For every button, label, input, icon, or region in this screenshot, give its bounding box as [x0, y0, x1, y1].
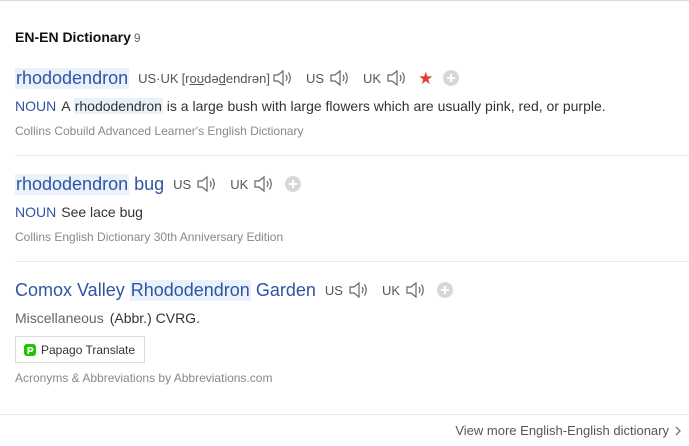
uk-label: UK — [381, 282, 400, 298]
speaker-icon[interactable] — [329, 69, 351, 87]
add-icon[interactable] — [437, 282, 453, 298]
headword-highlight[interactable]: Rhododendron — [129, 279, 251, 301]
definition-text: (Abbr.) CVRG. — [109, 310, 200, 326]
headword-part[interactable]: Comox Valley — [15, 280, 125, 301]
ipa-text: [roʊdədendrən] — [181, 70, 270, 86]
pronunciation-us: US — [306, 69, 351, 87]
speaker-icon[interactable] — [196, 175, 218, 193]
star-icon[interactable]: ★ — [418, 70, 433, 87]
speaker-icon[interactable] — [386, 69, 408, 87]
definition-line: Miscellaneous (Abbr.) CVRG. — [15, 310, 200, 326]
dictionary-source: Acronyms & Abbreviations by Abbreviation… — [15, 371, 273, 385]
definition-highlight: rhododendron — [73, 98, 163, 114]
headword-text[interactable]: rhododendron — [15, 67, 130, 89]
definition-text: See lace bug — [61, 204, 143, 220]
headword[interactable]: Comox Valley Rhododendron Garden — [15, 279, 316, 301]
pronunciation-us: US — [325, 281, 370, 299]
headword-highlight[interactable]: rhododendron — [15, 173, 130, 195]
pronunciation-uk: UK — [382, 281, 427, 299]
speaker-icon[interactable] — [253, 175, 275, 193]
uk-label: UK — [363, 70, 382, 86]
view-more-link[interactable]: View more English-English dictionary — [455, 423, 681, 438]
speaker-icon[interactable] — [405, 281, 427, 299]
headword[interactable]: rhododendron — [15, 67, 130, 89]
section-title: EN-EN Dictionary 9 — [15, 29, 141, 45]
uk-label: UK — [230, 176, 249, 192]
pronunciation-us-uk: US·UK [roʊdədendrən] — [138, 69, 294, 87]
entry-head: rhododendron bug US UK — [15, 168, 302, 200]
headword-part[interactable]: Garden — [256, 280, 316, 301]
view-more-label: View more English-English dictionary — [455, 423, 669, 438]
entry-head: Comox Valley Rhododendron Garden US UK — [15, 274, 453, 306]
add-icon[interactable] — [285, 176, 302, 192]
part-of-speech: NOUN — [15, 98, 57, 114]
definition-text: A rhododendron is a large bush with larg… — [61, 98, 606, 114]
footer-bar: View more English-English dictionary — [0, 414, 689, 446]
us-label: US — [173, 176, 192, 192]
pronunciation-us: US — [173, 175, 218, 193]
speaker-icon[interactable] — [348, 281, 370, 299]
part-of-speech: NOUN — [15, 204, 57, 220]
headword-rest[interactable]: bug — [134, 174, 164, 195]
pronunciation-uk: UK — [230, 175, 275, 193]
chevron-right-icon — [675, 426, 681, 435]
speaker-icon[interactable] — [272, 69, 294, 87]
dictionary-source: Collins English Dictionary 30th Annivers… — [15, 230, 284, 244]
part-of-speech: Miscellaneous — [15, 310, 104, 326]
us-label: US — [305, 70, 324, 86]
top-border — [0, 0, 689, 1]
add-icon[interactable] — [443, 70, 460, 86]
result-count: 9 — [133, 31, 141, 45]
us-label: US — [324, 282, 343, 298]
pronunciation-uk: UK — [363, 69, 408, 87]
pron-label: US·UK — [138, 70, 179, 86]
headword[interactable]: rhododendron bug — [15, 173, 164, 195]
entry-divider — [15, 261, 689, 262]
entry-head: rhododendron US·UK [roʊdədendrən] US UK … — [15, 62, 460, 94]
papago-logo-icon — [24, 343, 36, 356]
definition-line: NOUN See lace bug — [15, 204, 143, 220]
dictionary-source: Collins Cobuild Advanced Learner's Engli… — [15, 124, 304, 138]
papago-translate-button[interactable]: Papago Translate — [15, 336, 146, 363]
section-title-text: EN-EN Dictionary — [15, 29, 131, 45]
papago-translate-label: Papago Translate — [41, 342, 136, 357]
entry-divider — [15, 155, 689, 156]
definition-line: NOUN A rhododendron is a large bush with… — [15, 98, 606, 114]
